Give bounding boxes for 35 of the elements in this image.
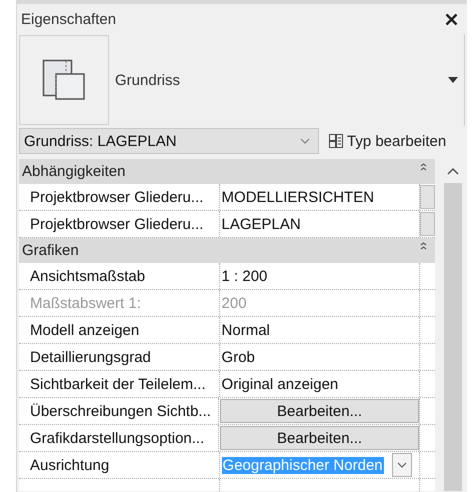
type-preview[interactable]: Grundriss	[19, 34, 465, 126]
property-label: Sichtbarkeit der Teilelem...	[19, 371, 220, 397]
property-label: Grafikdarstellungsoption...	[19, 425, 220, 451]
property-label: Maßstabswert 1:	[19, 290, 220, 316]
property-label: Ansichtsmaßstab	[19, 263, 220, 289]
property-value[interactable]: 1 : 200	[222, 268, 268, 284]
edit-type-button[interactable]: Typ bearbeiten	[325, 132, 450, 150]
property-label: Überschreibungen Sichtb...	[19, 398, 220, 424]
scroll-up-icon[interactable]	[447, 167, 459, 175]
type-selector[interactable]: Grundriss: LAGEPLAN	[19, 128, 319, 154]
edit-button[interactable]: Bearbeiten...	[220, 426, 420, 450]
collapse-icon	[420, 163, 427, 171]
chevron-down-icon	[396, 462, 407, 468]
group-header[interactable]: Abhängigkeiten	[19, 159, 435, 184]
dropdown-button[interactable]	[392, 453, 412, 477]
dropdown-arrow-icon[interactable]	[448, 77, 458, 83]
property-value[interactable]: MODELLIERSICHTEN	[222, 188, 374, 206]
property-value[interactable]: Normal	[222, 322, 270, 338]
collapse-icon	[420, 242, 427, 250]
property-label: Projektbrowser Gliederu...	[19, 211, 220, 237]
floor-plan-icon	[42, 59, 86, 101]
property-label: Projektbrowser Gliederu...	[19, 184, 220, 210]
chevron-down-icon	[300, 138, 310, 144]
property-value[interactable]: Original anzeigen	[222, 376, 338, 392]
property-label: Modell anzeigen	[19, 317, 220, 343]
type-name: Grundriss	[115, 72, 182, 88]
property-value[interactable]: LAGEPLAN	[222, 216, 301, 232]
edit-button[interactable]: Bearbeiten...	[220, 399, 420, 423]
property-label: Detaillierungsgrad	[19, 344, 220, 370]
panel-title: Eigenschaften	[21, 10, 116, 28]
property-label: Ausrichtung	[19, 452, 220, 478]
property-value[interactable]: Grob	[222, 348, 255, 366]
edit-type-icon	[329, 134, 343, 148]
close-icon[interactable]	[445, 12, 458, 26]
group-header[interactable]: Grafiken	[19, 238, 435, 263]
